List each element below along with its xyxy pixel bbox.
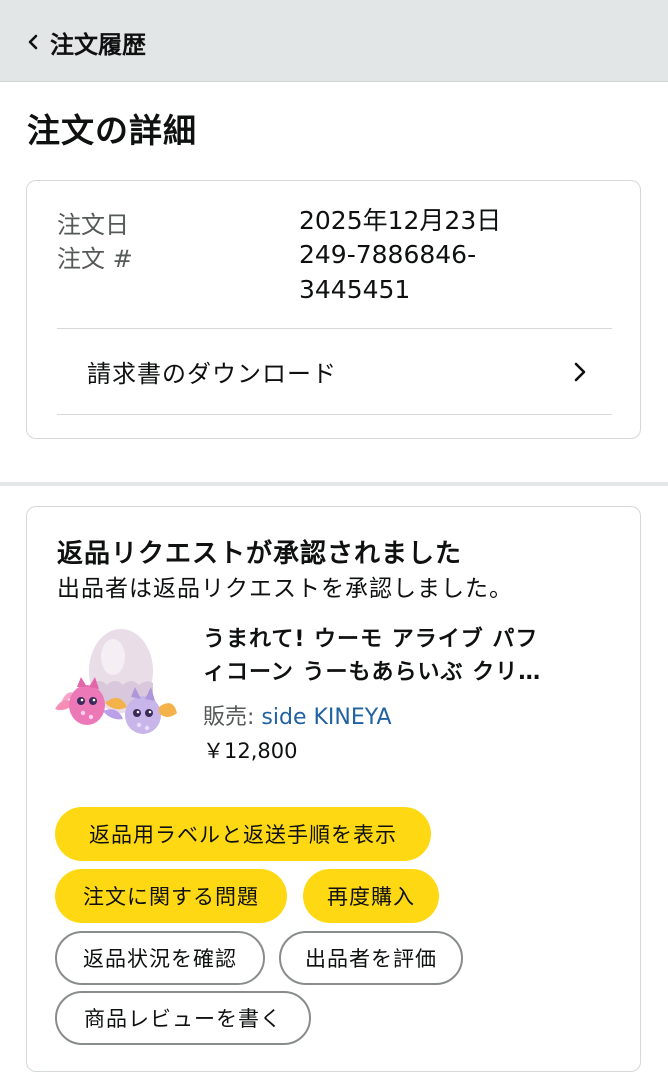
order-date-label: 注文日 bbox=[57, 211, 129, 239]
status-title: 返品リクエストが承認されました bbox=[57, 539, 463, 569]
order-number-line1: 249-7886846- bbox=[299, 240, 477, 269]
top-bar: 注文履歴 bbox=[0, 0, 668, 82]
order-number-line2: 3445451 bbox=[299, 275, 411, 304]
rate-seller-button[interactable]: 出品者を評価 bbox=[279, 931, 463, 985]
buy-again-button[interactable]: 再度購入 bbox=[303, 869, 439, 923]
invoice-download-link[interactable]: 請求書のダウンロード bbox=[57, 329, 612, 414]
seller-link[interactable]: side KINEYA bbox=[261, 705, 391, 730]
product-title-line1: うまれて! ウーモ アライブ パフ bbox=[203, 627, 539, 652]
product-title-line2: ィコーン うーもあらいぶ クリ… bbox=[203, 660, 542, 685]
section-separator bbox=[0, 482, 668, 486]
chevron-right-icon bbox=[568, 360, 592, 384]
page-title: 注文の詳細 bbox=[27, 111, 197, 150]
divider bbox=[57, 414, 612, 415]
seller-info: 販売: side KINEYA bbox=[203, 699, 392, 731]
back-to-order-history[interactable]: 注文履歴 bbox=[22, 24, 146, 60]
product-price: ￥12,800 bbox=[203, 739, 298, 763]
invoice-download-label: 請求書のダウンロード bbox=[87, 360, 337, 388]
product-image[interactable] bbox=[53, 621, 179, 741]
chevron-left-icon bbox=[22, 31, 44, 53]
return-status-card: 返品リクエストが承認されました 出品者は返品リクエストを承認しました。 うまれて… bbox=[26, 506, 641, 1072]
order-date-value: 2025年12月23日 bbox=[299, 206, 502, 235]
write-review-button[interactable]: 商品レビューを書く bbox=[55, 991, 311, 1045]
order-number-value: 249-7886846- 3445451 bbox=[299, 237, 529, 307]
seller-prefix: 販売: bbox=[203, 705, 262, 730]
product-title-link[interactable]: うまれて! ウーモ アライブ パフ ィコーン うーもあらいぶ クリ… bbox=[203, 623, 603, 689]
view-return-label-button[interactable]: 返品用ラベルと返送手順を表示 bbox=[55, 807, 431, 861]
order-number-label: 注文 # bbox=[57, 245, 133, 273]
order-info-card: 注文日 2025年12月23日 注文 # 249-7886846- 344545… bbox=[26, 180, 641, 439]
check-return-status-button[interactable]: 返品状況を確認 bbox=[55, 931, 265, 985]
order-issue-button[interactable]: 注文に関する問題 bbox=[55, 869, 287, 923]
status-subtitle: 出品者は返品リクエストを承認しました。 bbox=[57, 576, 513, 602]
back-label: 注文履歴 bbox=[50, 30, 146, 59]
